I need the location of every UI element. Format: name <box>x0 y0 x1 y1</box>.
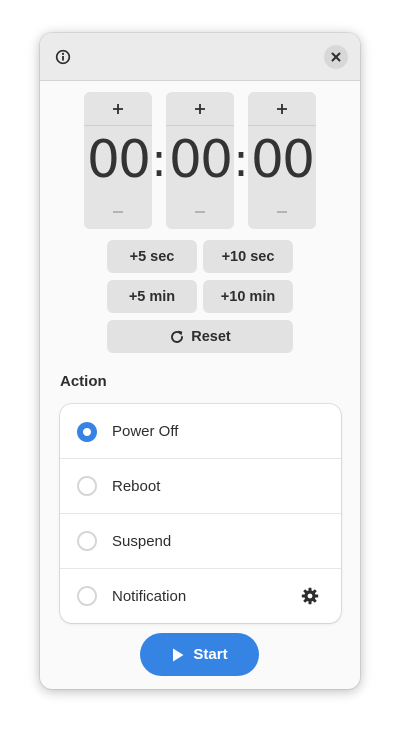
minus-icon <box>195 211 205 213</box>
seconds-increment-button[interactable] <box>248 92 316 126</box>
list-item-reboot[interactable]: Reboot <box>60 458 341 513</box>
seconds-spinner: 00 <box>248 92 316 229</box>
list-item-label: Suspend <box>112 532 172 550</box>
add-5-sec-button[interactable]: +5 sec <box>107 240 197 273</box>
add-10-min-button[interactable]: +10 min <box>203 280 293 313</box>
list-item-notification[interactable]: Notification <box>60 568 341 623</box>
plus-icon <box>277 103 287 114</box>
hours-value[interactable]: 00 <box>84 126 152 194</box>
close-icon <box>331 52 341 62</box>
add-10-sec-button[interactable]: +10 sec <box>203 240 293 273</box>
minus-icon <box>113 211 123 213</box>
plus-icon <box>195 103 205 114</box>
info-button[interactable] <box>51 45 75 69</box>
app-window: 00 : 00 : 00 +5 sec +10 sec +5 min +10 m… <box>40 33 360 689</box>
plus-icon <box>113 103 123 114</box>
list-item-label: Notification <box>112 587 187 605</box>
seconds-decrement-button[interactable] <box>248 195 316 229</box>
time-separator: : <box>151 133 167 187</box>
reset-button[interactable]: Reset <box>107 320 293 353</box>
refresh-icon <box>171 330 184 343</box>
action-section-title: Action <box>60 373 107 390</box>
list-item-label: Reboot <box>112 477 161 495</box>
list-item-label: Power Off <box>112 423 179 440</box>
list-item-suspend[interactable]: Suspend <box>60 513 341 568</box>
radio-button[interactable] <box>77 421 97 442</box>
action-list: Power Off Reboot Suspend Notification <box>60 404 341 623</box>
minutes-increment-button[interactable] <box>166 92 234 126</box>
reset-label: Reset <box>191 328 231 345</box>
seconds-value[interactable]: 00 <box>248 126 316 194</box>
add-5-min-button[interactable]: +5 min <box>107 280 197 313</box>
start-button[interactable]: Start <box>140 633 259 676</box>
minus-icon <box>277 211 287 213</box>
time-separator: : <box>233 133 249 187</box>
info-icon <box>55 49 71 65</box>
minutes-decrement-button[interactable] <box>166 195 234 229</box>
minutes-spinner: 00 <box>166 92 234 229</box>
headerbar <box>40 33 360 81</box>
hours-increment-button[interactable] <box>84 92 152 126</box>
gear-icon[interactable] <box>301 587 319 605</box>
radio-button[interactable] <box>77 586 97 606</box>
hours-decrement-button[interactable] <box>84 195 152 229</box>
play-icon <box>173 648 184 661</box>
close-button[interactable] <box>324 45 348 69</box>
list-item-power-off[interactable]: Power Off <box>60 404 341 459</box>
hours-spinner: 00 <box>84 92 152 229</box>
minutes-value[interactable]: 00 <box>166 126 234 194</box>
radio-button[interactable] <box>77 531 97 551</box>
start-label: Start <box>193 646 228 663</box>
radio-button[interactable] <box>77 476 97 496</box>
